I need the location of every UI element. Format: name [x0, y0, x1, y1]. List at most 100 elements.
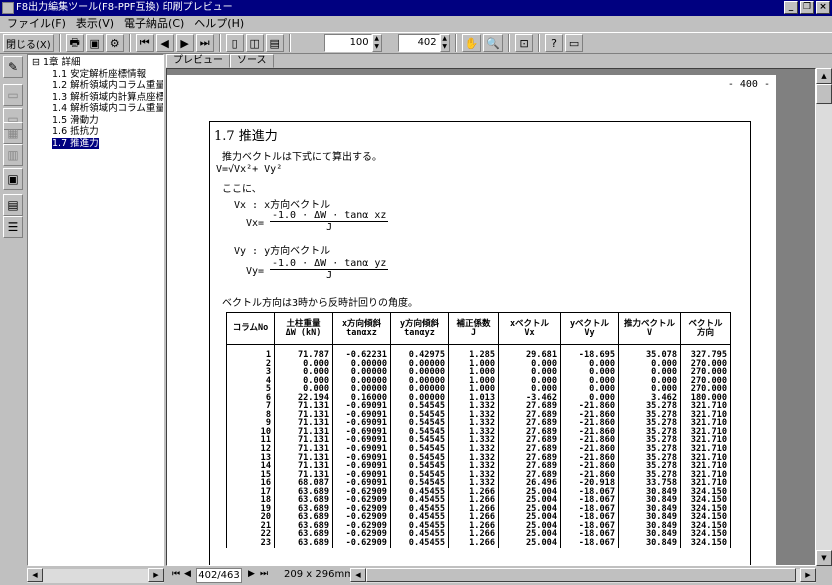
print-icon[interactable]: 🖶	[65, 34, 84, 52]
tab-preview[interactable]: プレビュー	[166, 54, 230, 68]
table-header-line: ΔW (kN)	[285, 327, 322, 338]
vy-fraction: -1.0 · ΔW · tanα yz J	[270, 258, 389, 281]
disabled-tool-icon-4[interactable]: ▥	[3, 144, 23, 166]
table-cell: 63.689	[274, 539, 333, 548]
status-first-page-icon[interactable]: ⏮	[172, 569, 180, 579]
status-next-page-icon[interactable]: ▶	[248, 569, 255, 579]
table-header-line: 方向	[696, 327, 714, 338]
tree-item-1-1[interactable]: 1.1 安定解析座標情報	[28, 69, 163, 81]
page-input[interactable]: 402	[397, 34, 440, 52]
maximize-button[interactable]: ❐	[800, 1, 814, 14]
scroll-down-button[interactable]: ▼	[816, 550, 832, 566]
table-header-6: yベクトル Vy	[560, 312, 619, 345]
zoom-spin-arrows[interactable]: ▲ ▼	[371, 34, 382, 52]
print-setup-icon[interactable]: ⚙	[105, 34, 124, 52]
table-cell: 324.150	[680, 539, 731, 548]
table-header-line: tanαyz	[404, 327, 435, 338]
single-page-icon[interactable]: ▯	[225, 34, 244, 52]
menu-bar: ファイル(F) 表示(V) 電子納品(C) ヘルプ(H)	[0, 16, 832, 32]
preview-hscroll-thumb[interactable]	[366, 568, 796, 582]
intro-text: 推力ベクトルは下式にて算出する。	[222, 152, 382, 163]
tree-scroll-left[interactable]: ◀	[27, 568, 43, 582]
disabled-tool-icon-3[interactable]: ▦	[3, 122, 23, 144]
table-cell: 29.681	[498, 344, 561, 360]
table-header-line: V	[646, 327, 653, 338]
preview-page: - 400 - 1.7 推進力 推力ベクトルは下式にて算出する。 V=√Vx²+…	[167, 75, 776, 565]
first-page-icon[interactable]: ⏮	[135, 34, 154, 52]
page-frame: 1.7 推進力 推力ベクトルは下式にて算出する。 V=√Vx²+ Vy² ここに…	[209, 121, 751, 565]
fit-page-icon[interactable]: ⊡	[515, 34, 534, 52]
edit-pen-icon[interactable]: ✎	[3, 56, 23, 78]
page-stepper[interactable]: 402 ▲ ▼	[397, 34, 450, 52]
disabled-tool-icon-1[interactable]: ▭	[3, 84, 23, 106]
direction-note: ベクトル方向は3時から反時計回りの角度。	[222, 298, 419, 309]
here-text: ここに、	[222, 184, 262, 195]
tree-hscrollbar[interactable]: ◀ ▶	[27, 568, 164, 583]
paper-size: 209 x 296mm	[284, 569, 354, 580]
preview-viewport[interactable]: - 400 - 1.7 推進力 推力ベクトルは下式にて算出する。 V=√Vx²+…	[166, 68, 816, 566]
tree-item-1-6[interactable]: 1.6 抵抗力	[28, 126, 163, 138]
table-header-2: x方向傾斜 tanαxz	[332, 312, 391, 345]
table-header-line: tanαxz	[346, 327, 377, 338]
table-cell: 0.42975	[390, 344, 449, 360]
app-icon[interactable]	[2, 2, 14, 14]
status-last-page-icon[interactable]: ⏭	[260, 569, 268, 579]
export-icon[interactable]: ▣	[3, 168, 23, 190]
table-cell: -0.62231	[332, 344, 391, 360]
tab-source[interactable]: ソース	[230, 54, 274, 68]
table-cell: 0.45455	[390, 539, 449, 548]
zoom-tool-icon[interactable]: 🔍	[483, 34, 504, 52]
preview-scroll-right[interactable]: ▶	[800, 568, 816, 582]
table-header-7: 推力ベクトル V	[618, 312, 681, 345]
list-icon[interactable]: ☰	[3, 216, 23, 238]
info-icon[interactable]: ▭	[565, 34, 584, 52]
tree-scroll-right[interactable]: ▶	[148, 568, 164, 582]
close-preview-button[interactable]: 閉じる(X)	[3, 34, 54, 52]
help-icon[interactable]: ?	[545, 34, 564, 52]
status-prev-page-icon[interactable]: ◀	[184, 569, 191, 579]
page-spin-arrows[interactable]: ▲ ▼	[439, 34, 450, 52]
menu-file[interactable]: ファイル(F)	[2, 16, 71, 32]
tree-item-1-7[interactable]: 1.7 推進力	[28, 137, 163, 150]
tree-item-1-5[interactable]: 1.5 滑動力	[28, 115, 163, 127]
last-page-icon[interactable]: ⏭	[195, 34, 214, 52]
table-header-3: y方向傾斜 tanαyz	[390, 312, 449, 345]
minimize-button[interactable]: _	[784, 1, 798, 14]
multi-page-icon[interactable]: ▤	[265, 34, 284, 52]
save-icon[interactable]: ▣	[85, 34, 104, 52]
table-cell: 23	[226, 539, 275, 548]
scroll-thumb[interactable]	[816, 84, 832, 104]
close-window-button[interactable]: ×	[816, 1, 830, 14]
preview-scroll-left[interactable]: ◀	[350, 568, 366, 582]
tree-item-1-2[interactable]: 1.2 解析領域内コラム重量	[28, 80, 163, 92]
document-icon[interactable]: ▤	[3, 194, 23, 216]
page-number: - 400 -	[727, 79, 770, 90]
table-cell: 35.078	[618, 344, 681, 360]
prev-page-icon[interactable]: ◀	[155, 34, 174, 52]
thrust-table: コラムNo 土柱重量 ΔW (kN) x方向傾斜 tanαxz y方向傾斜 tanαyz 補正…	[226, 312, 731, 548]
zoom-stepper[interactable]: 100 ▲ ▼	[323, 34, 382, 52]
menu-view[interactable]: 表示(V)	[71, 16, 119, 32]
table-cell: -18.695	[560, 344, 619, 360]
table-cell: 25.004	[498, 539, 561, 548]
table-cell: 1.266	[448, 539, 499, 548]
table-cell: -0.62909	[332, 539, 391, 548]
scroll-up-button[interactable]: ▲	[816, 68, 832, 84]
table-row: 1 71.787 -0.62231 0.42975 1.285 29.681 -18.695…	[226, 344, 731, 360]
vx-fraction: -1.0 · ΔW · tanα xz J	[270, 210, 389, 233]
tree-item-1-3[interactable]: 1.3 解析領域内計算点座標	[28, 92, 163, 104]
zoom-input[interactable]: 100	[323, 34, 372, 52]
next-page-icon[interactable]: ▶	[175, 34, 194, 52]
menu-help[interactable]: ヘルプ(H)	[189, 16, 249, 32]
hand-tool-icon[interactable]: ✋	[461, 34, 482, 52]
tree-root[interactable]: ⊟ 1章 詳細	[28, 57, 163, 69]
menu-e-delivery[interactable]: 電子納品(C)	[119, 16, 189, 32]
preview-hscrollbar[interactable]: ◀ ▶	[350, 568, 816, 583]
table-header-line: Vy	[584, 327, 595, 338]
vertical-scrollbar[interactable]: ▲ ▼	[816, 68, 832, 566]
tree-item-1-4[interactable]: 1.4 解析領域内コラム重量	[28, 103, 163, 115]
two-page-icon[interactable]: ◫	[245, 34, 264, 52]
formula-v: V=√Vx²+ Vy²	[216, 164, 283, 175]
table-row: 23 63.689 -0.62909 0.45455 1.266 25.004 -18.06…	[226, 539, 731, 548]
chapter-tree[interactable]: ⊟ 1章 詳細 1.1 安定解析座標情報 1.2 解析領域内コラム重量 1.3 …	[27, 54, 164, 566]
